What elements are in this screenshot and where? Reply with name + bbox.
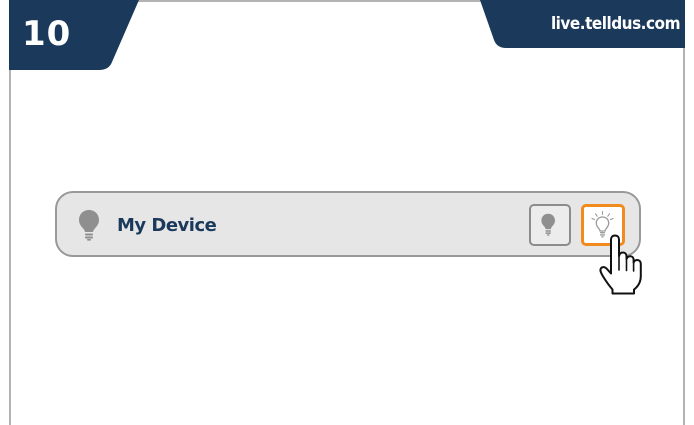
device-name: My Device	[117, 215, 217, 236]
step-number: 10	[22, 14, 72, 54]
bulb-icon	[79, 210, 99, 241]
site-url: live.telldus.com	[550, 14, 681, 34]
bulb-off-icon	[541, 213, 555, 236]
hand-pointer-icon	[599, 234, 642, 295]
turn-off-button[interactable]	[529, 204, 571, 246]
